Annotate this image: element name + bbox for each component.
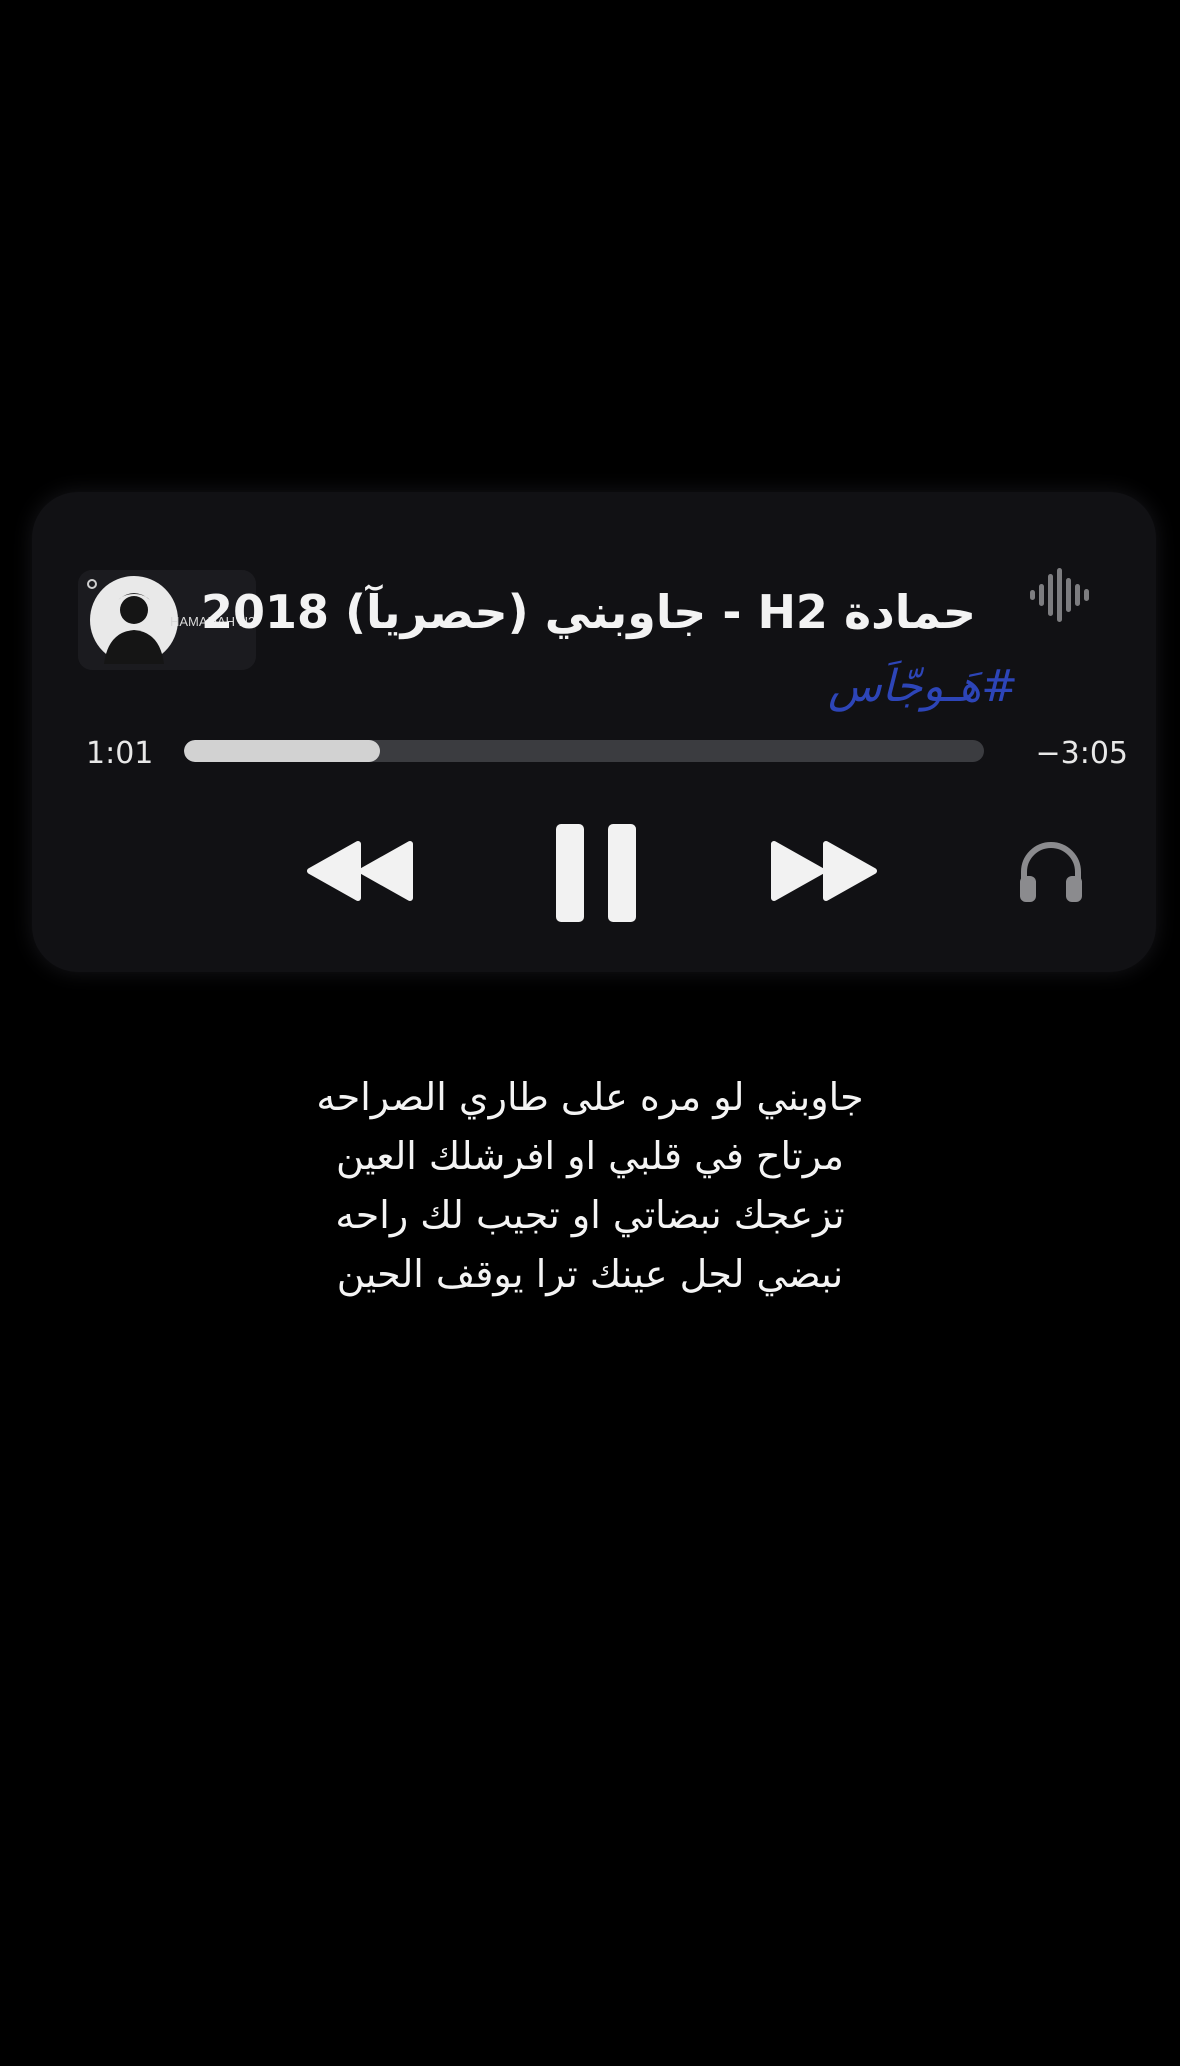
now-playing-card: HAMADAH H2 حمادة H2 - جاوبني (حصريآ) 201… <box>32 492 1156 972</box>
rewind-button[interactable] <box>306 840 414 902</box>
progress-fill <box>184 740 380 762</box>
track-title: حمادة H2 - جاوبني (حصريآ) 2018 <box>200 585 976 639</box>
lyric-line: مرتاح في قلبي او افرشلك العين <box>335 1134 845 1178</box>
rewind-icon <box>307 841 413 901</box>
progress-slider[interactable] <box>184 740 984 762</box>
headphones-icon <box>1020 842 1082 902</box>
time-elapsed: 1:01 <box>86 736 154 771</box>
hashtag-caption: #هَـوجّاَس <box>827 661 1018 712</box>
time-remaining: −3:05 <box>1035 736 1128 771</box>
waveform-icon <box>1028 564 1090 626</box>
fast-forward-button[interactable] <box>770 840 878 902</box>
pause-button[interactable] <box>554 822 638 924</box>
lyric-line: تزعجك نبضاتي او تجيب لك راحه <box>335 1193 845 1237</box>
lyric-line: جاوبني لو مره على طاري الصراحه <box>316 1075 864 1119</box>
pause-icon <box>556 824 636 922</box>
audio-output-button[interactable] <box>1016 836 1086 906</box>
lyric-line: نبضي لجل عينك ترا يوقف الحين <box>336 1252 844 1296</box>
fast-forward-icon <box>771 841 877 901</box>
lyrics-block: جاوبني لو مره على طاري الصراحه مرتاح في … <box>190 1068 990 1304</box>
